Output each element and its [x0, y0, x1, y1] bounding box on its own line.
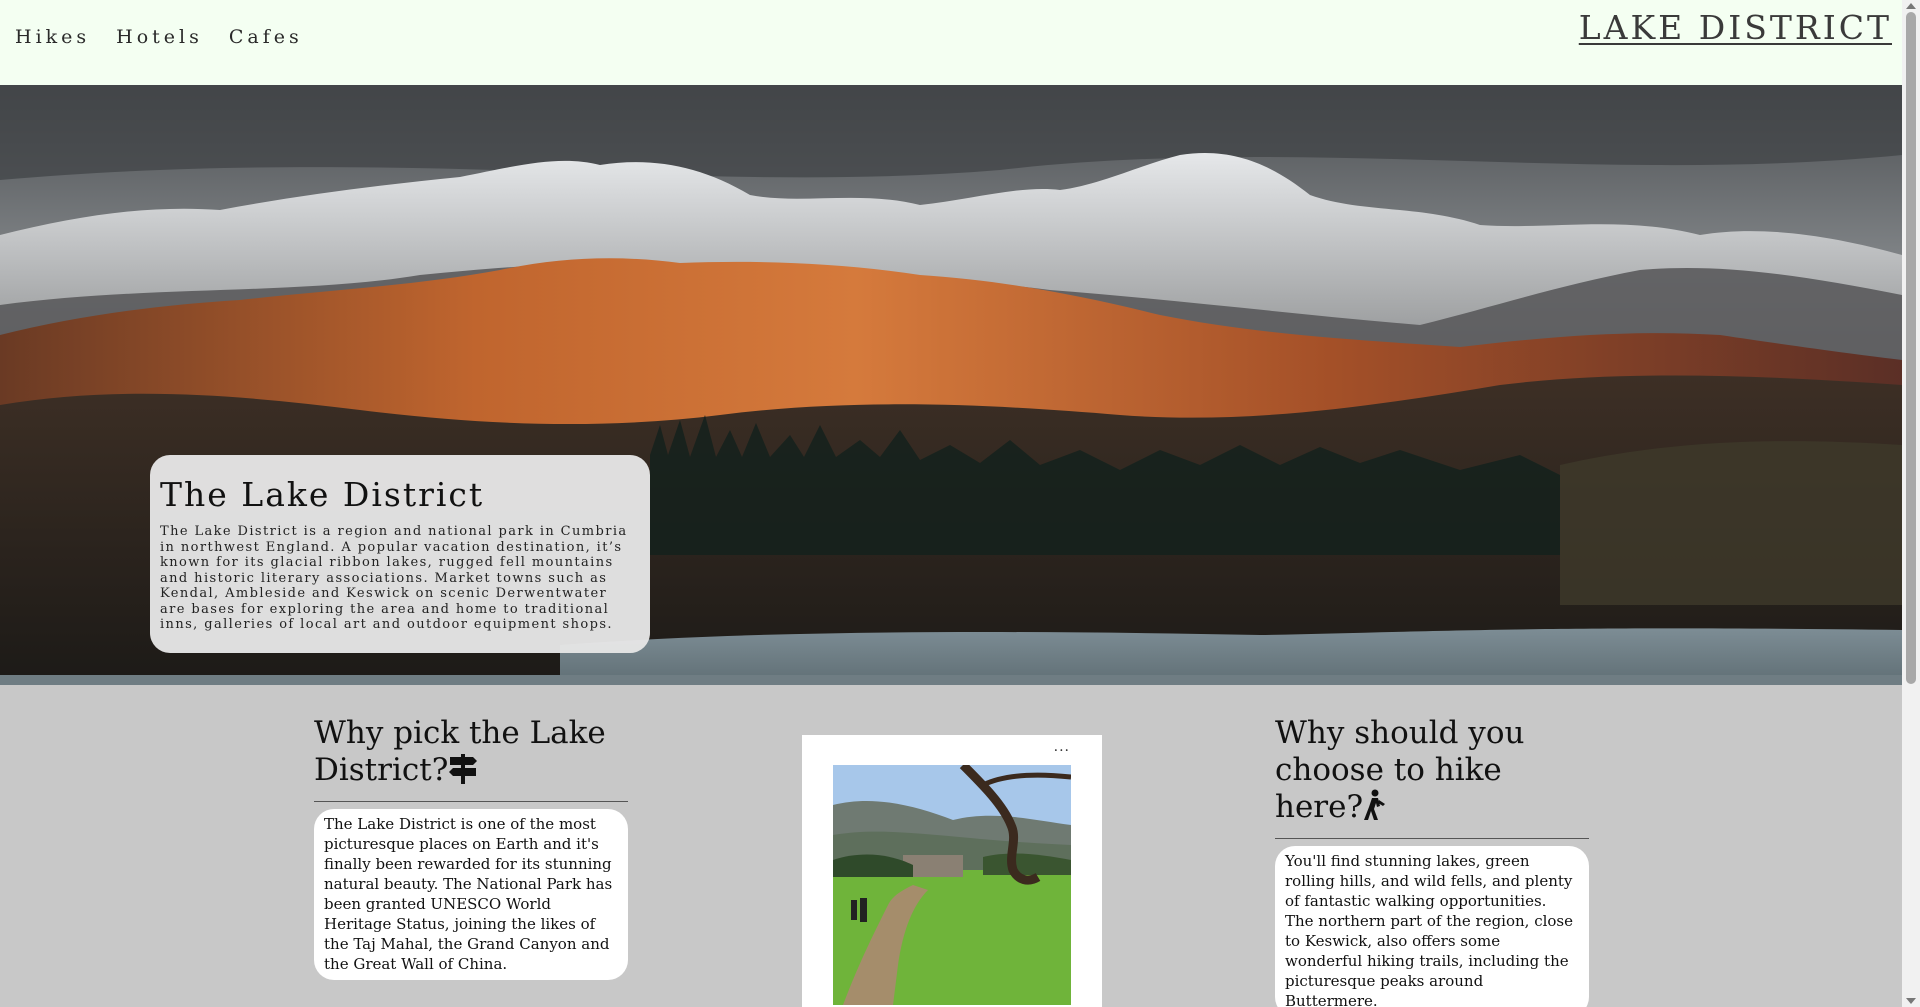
why-hike-heading: Why should you choose to hike here? [1275, 715, 1589, 839]
nav-links: Hikes Hotels Cafes [15, 26, 303, 48]
why-pick-text: The Lake District is one of the most pic… [314, 809, 628, 980]
scrollbar-thumb[interactable] [1906, 12, 1916, 684]
hero-title: The Lake District [160, 475, 485, 514]
top-navigation-bar: Hikes Hotels Cafes LAKE DISTRICT [0, 0, 1902, 85]
nav-link-hikes[interactable]: Hikes [15, 26, 90, 48]
brand-logo-link[interactable]: LAKE DISTRICT [1579, 8, 1892, 47]
hiker-icon [1363, 789, 1387, 830]
signpost-icon [448, 752, 478, 793]
why-hike-heading-text: Why should you choose to hike here? [1275, 715, 1525, 825]
hero-description: The Lake District is a region and nation… [160, 524, 628, 632]
nav-link-hotels[interactable]: Hotels [116, 26, 203, 48]
hero-info-card: The Lake District The Lake District is a… [150, 455, 650, 653]
page: Hikes Hotels Cafes LAKE DISTRICT The Lak… [0, 0, 1920, 1007]
why-pick-heading: Why pick the Lake District? [314, 715, 628, 802]
vertical-scrollbar[interactable] [1902, 0, 1920, 1007]
more-options-icon[interactable]: ... [1054, 739, 1070, 755]
nav-link-cafes[interactable]: Cafes [229, 26, 303, 48]
hero-section: The Lake District The Lake District is a… [0, 85, 1902, 685]
scroll-up-arrow-icon[interactable] [1906, 3, 1916, 9]
why-hike-column: Why should you choose to hike here? You'… [1275, 715, 1589, 1007]
park-photo [833, 765, 1071, 1005]
why-pick-column: Why pick the Lake District? The Lake Dis… [314, 715, 628, 980]
why-hike-text: You'll find stunning lakes, green rollin… [1275, 846, 1589, 1007]
scroll-down-arrow-icon[interactable] [1906, 998, 1916, 1004]
content-section: Why pick the Lake District? The Lake Dis… [0, 685, 1902, 1007]
photo-card: ... [802, 735, 1102, 1007]
